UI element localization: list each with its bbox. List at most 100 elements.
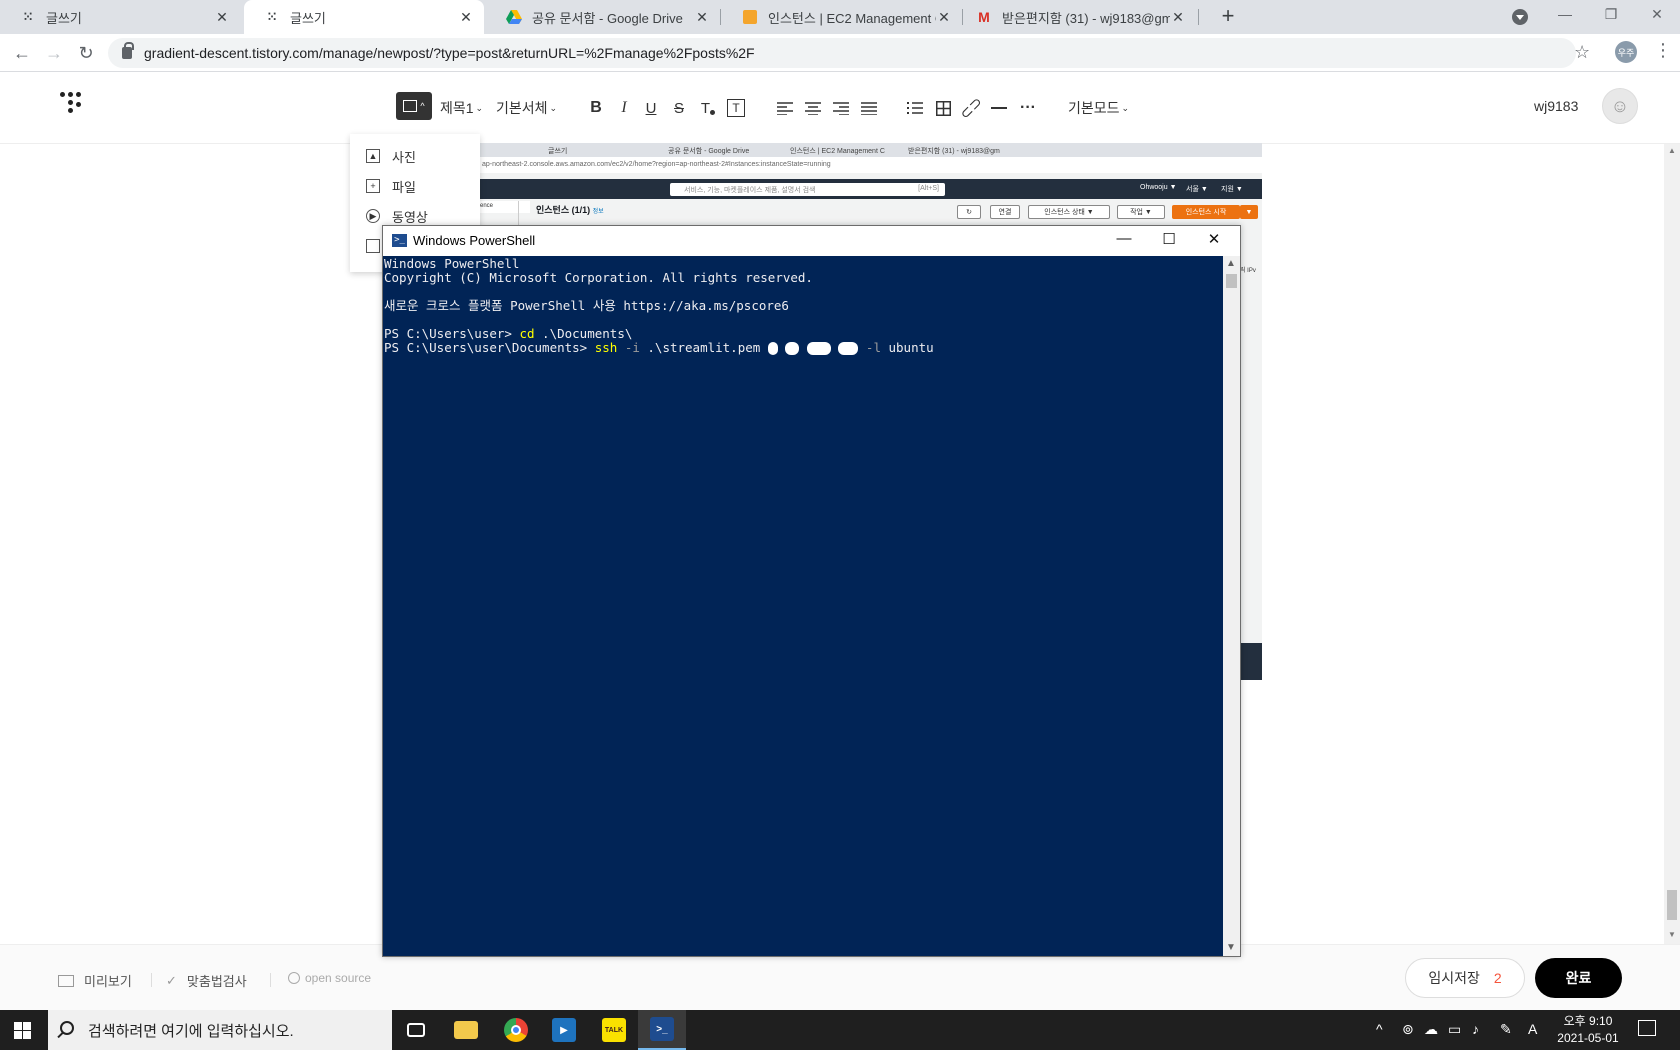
aws-search-shortcut: [Alt+S] (918, 185, 939, 192)
spellcheck-button[interactable]: ✓ 맞춤법검사 (166, 971, 247, 990)
insert-file-label: 파일 (392, 179, 416, 195)
italic-button[interactable]: I (616, 96, 632, 120)
prompt: PS C:\Users\user\Documents> (384, 340, 595, 355)
align-left-icon[interactable] (776, 96, 794, 120)
scroll-thumb[interactable] (1226, 274, 1237, 288)
onedrive-icon[interactable]: ☁ (1424, 1021, 1438, 1038)
minimize-icon[interactable]: — (1550, 6, 1580, 22)
insert-file-item[interactable]: + 파일 (366, 176, 416, 196)
tab-search-icon[interactable] (1512, 9, 1528, 25)
bullet-list-icon[interactable] (906, 96, 924, 120)
tray-app-icon[interactable]: ⊚ (1402, 1021, 1414, 1038)
spellcheck-label: 맞춤법검사 (186, 974, 247, 989)
scroll-down-icon[interactable]: ▼ (1226, 942, 1236, 953)
task-view-icon[interactable] (392, 1010, 440, 1050)
browser-tab-5[interactable]: M 받은편지함 (31) - wj9183@gmai ✕ (956, 0, 1196, 34)
horizontal-rule-icon[interactable] (990, 96, 1008, 120)
aws-launch-instance-button: 인스턴스 시작 (1172, 205, 1240, 219)
browser-tab-3[interactable]: 공유 문서함 - Google Drive ✕ (486, 0, 720, 34)
windows-taskbar: 검색하려면 여기에 입력하십시오. ▶ TALK >_ ^ ⊚ ☁ ▭ ♪ ✎ … (0, 1010, 1680, 1050)
more-options-button[interactable]: ··· (1018, 96, 1038, 120)
text-background-button[interactable]: T (727, 99, 745, 117)
profile-avatar[interactable]: 우주 (1615, 41, 1637, 63)
align-justify-icon[interactable] (860, 96, 878, 120)
align-right-icon[interactable] (832, 96, 850, 120)
taskbar-powershell-icon[interactable]: >_ (638, 1010, 686, 1050)
embedded-url: ap-northeast-2.console.aws.amazon.com/ec… (480, 157, 1262, 173)
user-avatar[interactable]: ☺ (1602, 88, 1638, 124)
taskbar-clock[interactable]: 오후 9:10 2021-05-01 (1548, 1013, 1628, 1047)
pen-icon[interactable]: ✎ (1500, 1021, 1512, 1038)
tistory-logo-icon[interactable] (60, 92, 86, 120)
flag: -i (617, 340, 640, 355)
file-explorer-icon[interactable] (442, 1010, 490, 1050)
powershell-console[interactable]: Windows PowerShell Copyright (C) Microso… (383, 256, 1223, 956)
link-icon[interactable]: ⊂⊃ (956, 93, 986, 123)
notification-icon[interactable] (1638, 1020, 1656, 1036)
scroll-up-icon[interactable]: ▲ (1226, 258, 1236, 269)
scroll-thumb[interactable] (1667, 890, 1677, 920)
bookmark-star-icon[interactable]: ☆ (1574, 42, 1590, 63)
heading-select[interactable]: 제목1 ⌄ (440, 96, 483, 120)
browser-tab-4[interactable]: 인스턴스 | EC2 Management Co ✕ (722, 0, 962, 34)
insert-photo-item[interactable]: ▲ 사진 (366, 146, 416, 166)
forward-icon[interactable]: → (42, 42, 66, 64)
scroll-up-icon[interactable]: ▲ (1668, 146, 1676, 155)
table-icon[interactable] (934, 96, 952, 120)
page-scrollbar[interactable]: ▲ ▼ (1664, 144, 1680, 944)
insert-image-button[interactable]: ^ (396, 92, 432, 120)
insert-video-item[interactable]: ▶ 동영상 (366, 206, 428, 226)
text-color-button[interactable]: T (698, 96, 718, 120)
embedded-tab: 공유 문서함 - Google Drive (668, 148, 750, 155)
restore-icon[interactable]: ❐ (1596, 6, 1626, 23)
temp-save-button[interactable]: 임시저장 2 (1405, 958, 1525, 998)
open-source-link[interactable]: open source (288, 971, 371, 985)
tray-chevron-up-icon[interactable]: ^ (1376, 1021, 1383, 1037)
align-center-icon[interactable] (804, 96, 822, 120)
powershell-titlebar[interactable]: >_ Windows PowerShell — ☐ ✕ (383, 226, 1240, 256)
new-tab-button[interactable]: + (1216, 5, 1240, 29)
aws-refresh-button: ↻ (957, 205, 981, 219)
taskbar-search-box[interactable]: 검색하려면 여기에 입력하십시오. (48, 1010, 392, 1050)
bold-button[interactable]: B (588, 96, 604, 120)
close-tab-icon[interactable]: ✕ (936, 9, 952, 26)
powershell-maximize-icon[interactable]: ☐ (1154, 230, 1184, 250)
close-window-icon[interactable]: ✕ (1642, 6, 1672, 23)
address-bar[interactable]: gradient-descent.tistory.com/manage/newp… (108, 38, 1576, 68)
username[interactable]: wj9183 (1534, 98, 1578, 114)
scroll-down-icon[interactable]: ▼ (1668, 930, 1676, 939)
windows-start-icon[interactable] (14, 1022, 31, 1039)
publish-done-button[interactable]: 완료 (1535, 958, 1622, 998)
browser-tab-2-active[interactable]: ⁙ 글쓰기 ✕ (244, 0, 484, 34)
chrome-icon[interactable] (492, 1010, 540, 1050)
browser-tab-1[interactable]: ⁙ 글쓰기 ✕ (0, 0, 240, 34)
network-icon[interactable]: ▭ (1448, 1021, 1461, 1038)
back-icon[interactable]: ← (10, 42, 34, 64)
powershell-scrollbar[interactable]: ▲ ▼ (1223, 256, 1240, 956)
kakaotalk-icon[interactable]: TALK (590, 1010, 638, 1050)
chevron-up-icon: ^ (420, 101, 425, 111)
console-line: PS C:\Users\user\Documents> ssh -i .\str… (384, 341, 934, 355)
underline-button[interactable]: U (643, 96, 659, 120)
powershell-window[interactable]: >_ Windows PowerShell — ☐ ✕ Windows Powe… (382, 225, 1241, 957)
close-tab-icon[interactable]: ✕ (694, 9, 710, 26)
powershell-close-icon[interactable]: ✕ (1199, 230, 1229, 250)
cat-avatar-icon: ☺ (1610, 95, 1630, 116)
strikethrough-button[interactable]: S (671, 96, 687, 120)
font-select[interactable]: 기본서체 ⌄ (496, 96, 557, 120)
close-tab-icon[interactable]: ✕ (458, 9, 474, 26)
insert-photo-label: 사진 (392, 149, 416, 165)
reload-icon[interactable]: ↻ (74, 42, 98, 64)
browser-menu-icon[interactable]: ⋮ (1654, 40, 1672, 61)
ime-indicator[interactable]: A (1528, 1021, 1537, 1037)
mode-select[interactable]: 기본모드 ⌄ (1068, 96, 1129, 120)
volume-icon[interactable]: ♪ (1472, 1021, 1479, 1037)
close-tab-icon[interactable]: ✕ (1170, 9, 1186, 26)
font-label: 기본서체 (496, 100, 548, 116)
preview-button[interactable]: 미리보기 (58, 971, 132, 990)
close-tab-icon[interactable]: ✕ (214, 9, 230, 26)
preview-label: 미리보기 (84, 974, 132, 989)
powershell-minimize-icon[interactable]: — (1109, 230, 1139, 250)
media-app-icon[interactable]: ▶ (540, 1010, 588, 1050)
divider (270, 973, 271, 987)
